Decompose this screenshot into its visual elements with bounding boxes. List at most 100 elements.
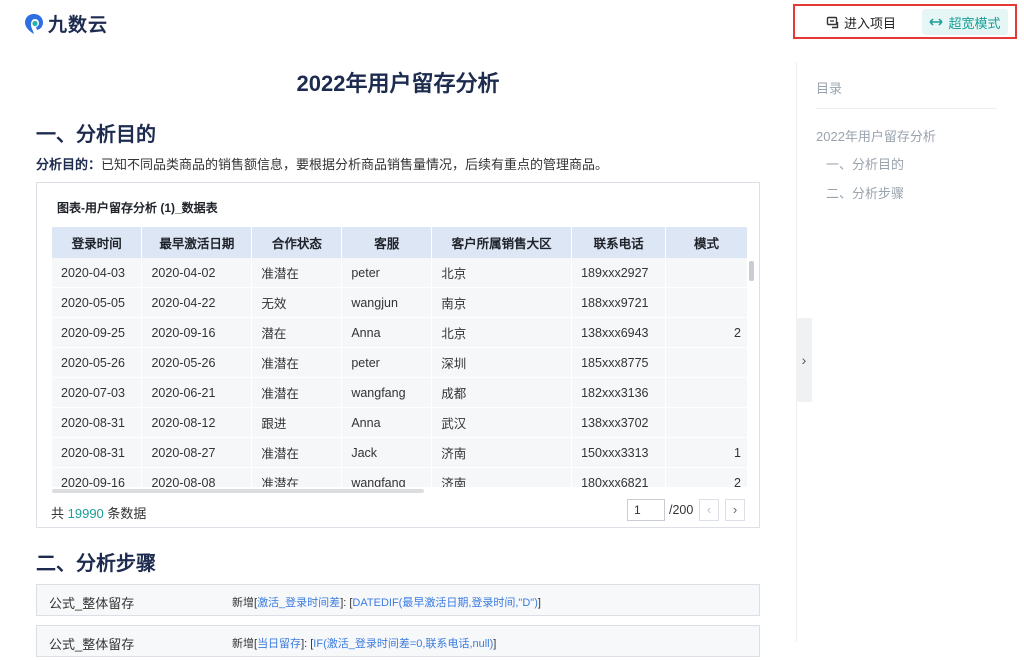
column-header[interactable]: 客户所属销售大区 [431, 227, 573, 258]
toc-item-steps[interactable]: 二、分析步骤 [826, 183, 904, 202]
table-cell: 2020-09-16 [141, 317, 253, 348]
table-cell: Anna [341, 407, 433, 438]
table-cell: 准潜在 [251, 467, 343, 487]
column-header[interactable]: 模式 [665, 227, 748, 258]
data-table-card: 图表-用户留存分析 (1)_数据表 登录时间 最早激活日期 合作状态 客服 客户… [36, 182, 760, 528]
table-cell: wangfang [341, 467, 433, 487]
formula-mid: ]: [ [340, 597, 353, 609]
column-header[interactable]: 合作状态 [251, 227, 343, 258]
table-cell: 北京 [431, 317, 573, 348]
next-page-button[interactable]: › [725, 499, 745, 521]
table-row[interactable]: 2020-07-03 2020-06-21 准潜在 wangfang 成都 182xxx3… [52, 377, 748, 408]
column-header[interactable]: 客服 [341, 227, 433, 258]
table-header-row: 登录时间 最早激活日期 合作状态 客服 客户所属销售大区 联系电话 模式 [52, 227, 748, 258]
table-cell: 北京 [431, 258, 573, 288]
page-title: 2022年用户留存分析 [296, 71, 500, 96]
table-cell: 188xxx9721 [571, 287, 667, 318]
wide-mode-label: 超宽模式 [948, 15, 1001, 31]
purpose-label: 分析目的： [36, 157, 102, 172]
formula-field: 当日留存 [257, 638, 302, 650]
document-area: 2022年用户留存分析 一、分析目的 分析目的：已知不同品类商品的销售额信息，要… [0, 44, 790, 660]
wide-mode-button[interactable]: 超宽模式 [922, 9, 1008, 35]
table-cell: 2020-04-03 [52, 258, 143, 288]
table-cell: 准潜在 [251, 258, 343, 288]
vertical-scrollbar[interactable] [749, 261, 754, 281]
data-table: 登录时间 最早激活日期 合作状态 客服 客户所属销售大区 联系电话 模式 202… [52, 227, 748, 487]
table-row[interactable]: 2020-09-16 2020-08-08 准潜在 wangfang 济南 180xxx6… [52, 467, 748, 487]
table-cell [665, 347, 748, 378]
table-cell: 准潜在 [251, 437, 343, 468]
table-cell: 南京 [431, 287, 573, 318]
table-cell: wangjun [341, 287, 433, 318]
logo[interactable]: 九数云 [24, 10, 108, 37]
toc-item-title[interactable]: 2022年用户留存分析 [816, 126, 936, 145]
table-cell: 150xxx3313 [571, 437, 667, 468]
collapse-toc-handle[interactable]: › [796, 318, 812, 402]
formula-expression: 新增[激活_登录时间差]: [DATEDIF(最早激活日期,登录时间,"D")] [232, 594, 541, 610]
formula-expr: DATEDIF(最早激活日期,登录时间,"D") [352, 597, 538, 609]
table-cell: 潜在 [251, 317, 343, 348]
table-cell: 2 [665, 467, 748, 487]
table-cell: peter [341, 347, 433, 378]
table-cell: 跟进 [251, 407, 343, 438]
table-cell: 185xxx8775 [571, 347, 667, 378]
page-number-input[interactable]: 1 [627, 499, 665, 521]
toc-item-purpose[interactable]: 一、分析目的 [826, 154, 904, 173]
formula-end: ] [537, 597, 541, 609]
enter-project-button[interactable]: 进入项目 [814, 9, 908, 35]
table-row[interactable]: 2020-05-05 2020-04-22 无效 wangjun 南京 188xxx972… [52, 287, 748, 318]
data-table-grid[interactable]: 登录时间 最早激活日期 合作状态 客服 客户所属销售大区 联系电话 模式 202… [52, 227, 748, 487]
purpose-text: 已知不同品类商品的销售额信息，要根据分析商品销售量情况，后续有重点的管理商品。 [101, 157, 609, 172]
prev-page-button[interactable]: ‹ [699, 499, 719, 521]
column-header[interactable]: 联系电话 [571, 227, 667, 258]
table-cell: 2020-08-31 [52, 407, 143, 438]
formula-end: ] [493, 638, 497, 650]
table-cell: 济南 [431, 467, 573, 487]
logo-text: 九数云 [48, 15, 109, 36]
table-cell: peter [341, 258, 433, 288]
table-cell: 2 [665, 317, 748, 348]
table-cell [665, 258, 748, 288]
row-count-prefix: 共 [51, 506, 65, 521]
formula-expression: 新增[当日留存]: [IF(激活_登录时间差=0,联系电话,null)] [232, 635, 496, 651]
table-row[interactable]: 2020-08-31 2020-08-27 准潜在 Jack 济南 150xxx3313 1 [52, 437, 748, 468]
table-cell: 138xxx6943 [571, 317, 667, 348]
table-cell: 2020-07-03 [52, 377, 143, 408]
formula-prefix: 新增[ [232, 597, 258, 609]
top-bar: 九数云 进入项目 超宽模式 [0, 0, 1024, 44]
table-row[interactable]: 2020-04-03 2020-04-02 准潜在 peter 北京 189xxx2927 [52, 258, 748, 288]
table-cell: Jack [341, 437, 433, 468]
formula-mid: ]: [ [301, 638, 314, 650]
toc-title: 目录 [816, 81, 843, 96]
table-cell: 成都 [431, 377, 573, 408]
table-cell: 2020-09-16 [52, 467, 143, 487]
toc-divider [816, 108, 997, 109]
table-cell: 2020-05-26 [52, 347, 143, 378]
formula-prefix: 新增[ [232, 638, 258, 650]
table-cell: Anna [341, 317, 433, 348]
table-cell: 2020-08-27 [141, 437, 253, 468]
table-cell: 2020-05-05 [52, 287, 143, 318]
formula-field: 激活_登录时间差 [257, 597, 341, 609]
table-cell [665, 377, 748, 408]
column-header[interactable]: 最早激活日期 [141, 227, 253, 258]
formula-row[interactable]: 公式_整体留存 新增[当日留存]: [IF(激活_登录时间差=0,联系电话,nu… [36, 625, 760, 657]
table-cell: 准潜在 [251, 377, 343, 408]
table-row[interactable]: 2020-09-25 2020-09-16 潜在 Anna 北京 138xxx6943 2 [52, 317, 748, 348]
table-row[interactable]: 2020-05-26 2020-05-26 准潜在 peter 深圳 185xxx8775 [52, 347, 748, 378]
table-cell: 无效 [251, 287, 343, 318]
enter-project-label: 进入项目 [844, 15, 897, 31]
table-caption: 图表-用户留存分析 (1)_数据表 [57, 201, 218, 215]
project-enter-icon [826, 16, 839, 28]
table-cell: 2020-08-08 [141, 467, 253, 487]
row-count-suffix: 条数据 [107, 506, 147, 521]
formula-row[interactable]: 公式_整体留存 新增[激活_登录时间差]: [DATEDIF(最早激活日期,登录… [36, 584, 760, 616]
horizontal-scrollbar[interactable] [52, 489, 424, 493]
table-cell: 2020-05-26 [141, 347, 253, 378]
table-row[interactable]: 2020-08-31 2020-08-12 跟进 Anna 武汉 138xxx3702 [52, 407, 748, 438]
jiushuyun-logo-icon [25, 13, 43, 34]
table-cell: wangfang [341, 377, 433, 408]
table-cell: 2020-04-02 [141, 258, 253, 288]
table-cell [665, 407, 748, 438]
column-header[interactable]: 登录时间 [52, 227, 143, 258]
